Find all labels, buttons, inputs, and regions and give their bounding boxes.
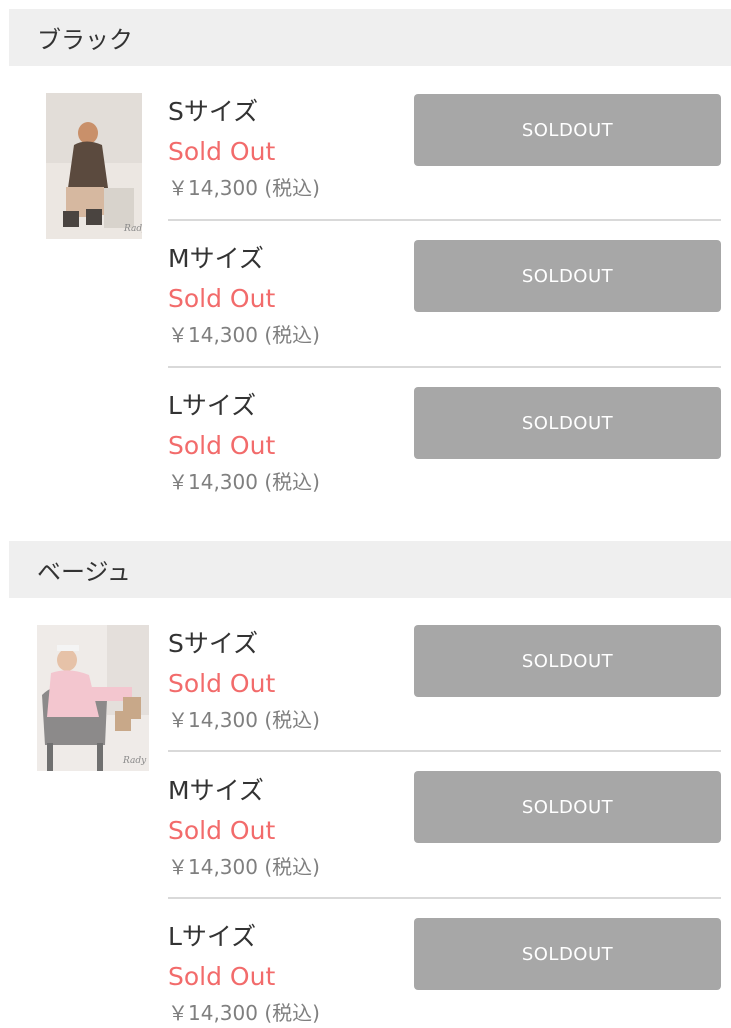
stock-status: Sold Out <box>168 137 276 166</box>
soldout-button[interactable]: SOLDOUT <box>414 771 721 843</box>
price-label: ￥14,300 (税込) <box>168 176 320 200</box>
stock-status: Sold Out <box>168 431 276 460</box>
soldout-button[interactable]: SOLDOUT <box>414 387 721 459</box>
svg-text:Rady: Rady <box>123 224 142 234</box>
stock-status: Sold Out <box>168 669 276 698</box>
price-label: ￥14,300 (税込) <box>168 470 320 494</box>
soldout-button[interactable]: SOLDOUT <box>414 94 721 166</box>
svg-text:Rady: Rady <box>122 756 147 766</box>
color-header: ブラック <box>9 9 731 66</box>
stock-status: Sold Out <box>168 962 276 991</box>
price-label: ￥14,300 (税込) <box>168 855 320 879</box>
soldout-button[interactable]: SOLDOUT <box>414 918 721 990</box>
price-label: ￥14,300 (税込) <box>168 323 320 347</box>
product-photo-beige: Rady <box>37 625 149 771</box>
color-name: ベージュ <box>37 558 131 586</box>
divider <box>168 219 721 221</box>
color-name: ブラック <box>37 26 133 54</box>
soldout-button[interactable]: SOLDOUT <box>414 240 721 312</box>
product-thumbnail[interactable]: Rady <box>37 625 149 771</box>
stock-status: Sold Out <box>168 284 276 313</box>
stock-status: Sold Out <box>168 816 276 845</box>
size-label: Sサイズ <box>168 97 259 126</box>
size-label: Mサイズ <box>168 776 264 805</box>
price-label: ￥14,300 (税込) <box>168 708 320 732</box>
divider <box>168 897 721 899</box>
variant-row-l: Lサイズ Sold Out ￥14,300 (税込) SOLDOUT <box>168 918 721 1025</box>
product-photo-black: Rady <box>46 93 142 239</box>
size-label: Sサイズ <box>168 629 259 658</box>
divider <box>168 366 721 368</box>
product-thumbnail[interactable]: Rady <box>46 93 142 239</box>
variant-row-l: Lサイズ Sold Out ￥14,300 (税込) SOLDOUT <box>168 387 721 536</box>
divider <box>168 750 721 752</box>
color-header: ベージュ <box>9 541 731 598</box>
size-label: Lサイズ <box>168 391 257 420</box>
size-label: Mサイズ <box>168 244 264 273</box>
size-label: Lサイズ <box>168 922 257 951</box>
soldout-button[interactable]: SOLDOUT <box>414 625 721 697</box>
